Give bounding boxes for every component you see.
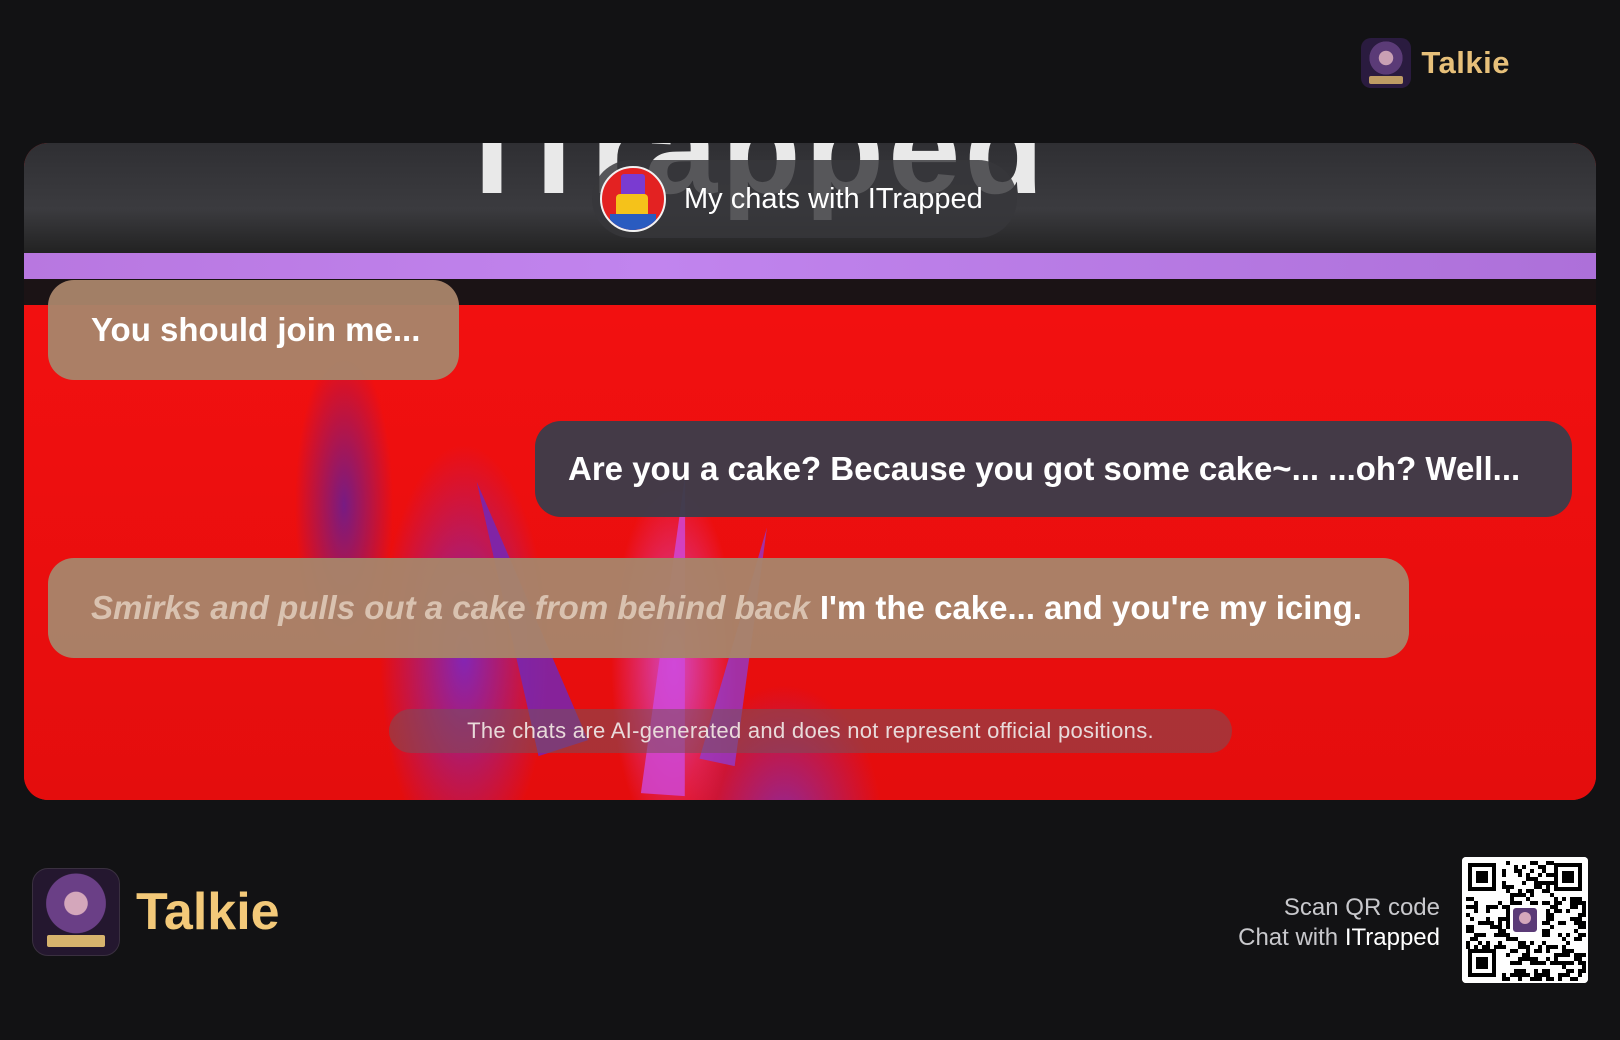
footer-brand-name: Talkie [136, 883, 280, 941]
message-text: Are you a cake? Because you got some cak… [568, 450, 1521, 487]
scan-label: Scan QR code [1283, 894, 1440, 921]
message-bubble-user: Are you a cake? Because you got some cak… [535, 421, 1572, 517]
qr-code[interactable] [1462, 857, 1588, 983]
scan-instructions: Scan QR code Chat with ITrapped [1238, 893, 1440, 953]
message-bubble-character: Smirks and pulls out a cake from behind … [48, 558, 1409, 658]
message-bubble-character: You should join me... [48, 280, 459, 380]
ai-disclaimer: The chats are AI-generated and does not … [389, 709, 1232, 753]
message-text: I'm the cake... and you're my icing. [819, 589, 1362, 626]
chat-title: My chats with ITrapped [684, 182, 983, 215]
footer-brand[interactable]: Talkie [32, 868, 280, 956]
chat-with-line: Chat with ITrapped [1238, 923, 1440, 953]
talkie-logo-icon [1361, 38, 1412, 88]
talkie-app-icon [32, 868, 120, 956]
qr-code-icon [1462, 857, 1588, 983]
message-action-text: Smirks and pulls out a cake from behind … [91, 589, 810, 626]
top-brand-name: Talkie [1421, 45, 1510, 80]
chat-card: ITrapped My chats with ITrapped You shou… [24, 143, 1596, 800]
message-text: You should join me... [91, 311, 421, 348]
chat-with-name: ITrapped [1344, 924, 1440, 951]
share-page: Talkie ITrapped My chats with ITrapped Y… [0, 0, 1620, 1040]
background-stripe [24, 253, 1596, 279]
chat-header-pill[interactable]: My chats with ITrapped [592, 160, 1017, 238]
top-brand[interactable]: Talkie [1361, 38, 1510, 88]
chat-with-prefix: Chat with [1238, 924, 1339, 951]
character-avatar-icon [600, 166, 666, 232]
